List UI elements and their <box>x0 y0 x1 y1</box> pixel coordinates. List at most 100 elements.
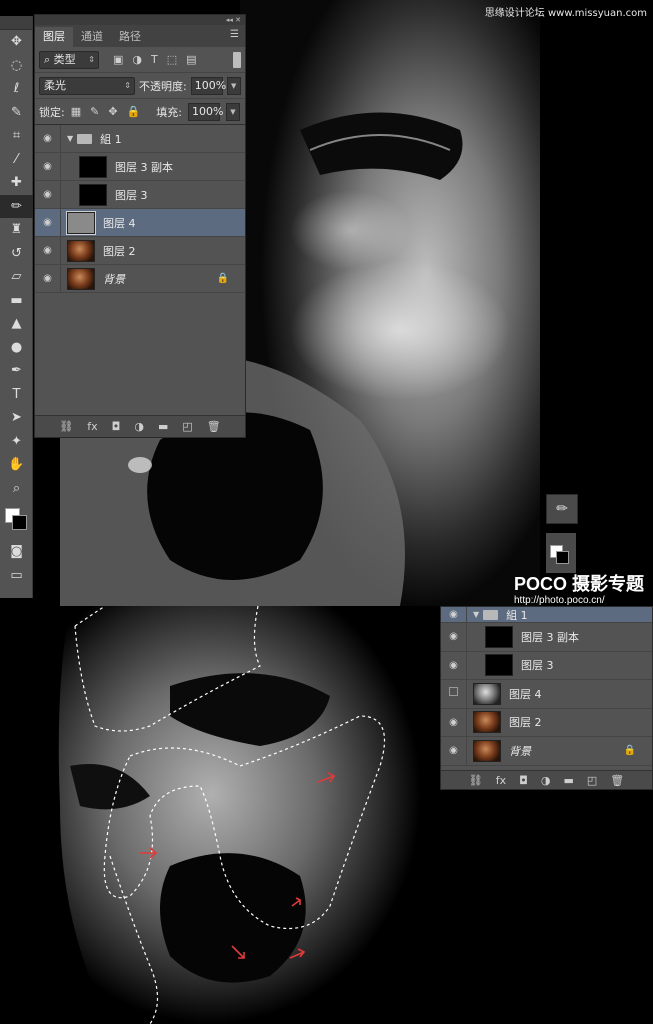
add-mask-icon[interactable]: ◘ <box>112 420 121 433</box>
link-layers-icon[interactable]: ⛓ <box>469 774 483 787</box>
brush-tool-icon[interactable]: ✏ <box>0 194 33 218</box>
lock-position-icon[interactable]: ✥ <box>108 105 117 118</box>
layer-row-group1[interactable]: ◉ ▼ 組 1 <box>441 607 652 623</box>
lock-all-icon[interactable]: 🔒 <box>127 105 141 118</box>
eyedropper-tool-icon[interactable]: ⁄ <box>0 148 33 172</box>
layer-name: 背景 <box>103 272 125 286</box>
gradient-tool-icon[interactable]: ▬ <box>0 289 33 313</box>
new-layer-icon[interactable]: ◰ <box>182 420 192 433</box>
eye-icon[interactable]: ◉ <box>441 708 467 736</box>
caret-down-icon[interactable]: ▼ <box>67 134 73 143</box>
eye-icon[interactable]: ◉ <box>35 153 61 180</box>
quick-select-tool-icon[interactable]: ✎ <box>0 101 33 125</box>
layer-row-layer3-copy[interactable]: ◉ 图层 3 副本 <box>35 153 245 181</box>
layer-row-layer4[interactable]: ◉ 图层 4 <box>35 209 245 237</box>
filter-pixel-icon[interactable]: ▣ <box>113 53 123 66</box>
tab-paths[interactable]: 路径 <box>111 27 149 47</box>
layer-row-background[interactable]: ◉ 背景 🔒 <box>441 737 652 766</box>
layer-row-layer2[interactable]: ◉ 图层 2 <box>441 708 652 737</box>
hand-tool-icon[interactable]: ✋ <box>0 453 33 477</box>
panel-topbar[interactable]: ◂◂ ✕ <box>35 15 245 25</box>
dodge-tool-icon[interactable]: ● <box>0 336 33 360</box>
brush-tool-icon[interactable]: ✏ <box>546 494 578 524</box>
screen-mode-icon[interactable]: ▭ <box>0 564 33 588</box>
history-brush-tool-icon[interactable]: ↺ <box>0 242 33 266</box>
eye-icon[interactable]: ◉ <box>35 125 61 152</box>
eye-icon[interactable]: ◉ <box>441 651 467 679</box>
color-swatches[interactable] <box>546 533 576 573</box>
visibility-checkbox[interactable] <box>441 680 467 708</box>
eye-icon[interactable]: ◉ <box>441 607 467 622</box>
crop-tool-icon[interactable]: ⌗ <box>0 124 33 148</box>
fill-dropdown-icon[interactable]: ▼ <box>225 102 240 121</box>
lock-image-icon[interactable]: ✎ <box>90 105 99 118</box>
filter-row: ⌕ 类型 ⇕ ▣ ◑ T ⬚ ▤ <box>35 47 245 73</box>
site-watermark: 思缘设计论坛 www.missyuan.com <box>484 8 647 19</box>
tools-panel-grip[interactable] <box>0 16 32 30</box>
filter-smart-object-icon[interactable]: ▤ <box>186 53 196 66</box>
layer-row-layer3-copy[interactable]: ◉ 图层 3 副本 <box>441 623 652 652</box>
background-color-swatch[interactable] <box>12 515 27 530</box>
new-layer-icon[interactable]: ◰ <box>587 774 597 787</box>
layer-thumbnail <box>79 155 107 178</box>
eye-icon[interactable]: ◉ <box>35 181 61 208</box>
lock-transparent-icon[interactable]: ▦ <box>71 105 81 118</box>
filter-toggle[interactable] <box>233 51 241 68</box>
background-color-swatch[interactable] <box>556 551 569 564</box>
lock-row: 锁定: ▦ ✎ ✥ 🔒 填充: 100% ▼ <box>35 99 245 125</box>
link-layers-icon[interactable]: ⛓ <box>59 420 73 433</box>
layer-row-background[interactable]: ◉ 背景 🔒 <box>35 265 245 293</box>
filter-type-icon[interactable]: T <box>151 53 158 66</box>
layer-row-layer4[interactable]: 图层 4 <box>441 680 652 709</box>
opacity-dropdown-icon[interactable]: ▼ <box>226 76 241 95</box>
layer-thumbnail <box>66 210 96 235</box>
new-group-icon[interactable]: ▬ <box>563 774 573 787</box>
filter-kind-select[interactable]: ⌕ 类型 ⇕ <box>39 50 99 69</box>
caret-down-icon[interactable]: ▼ <box>473 610 479 619</box>
zoom-tool-icon[interactable]: ⌕ <box>0 477 33 501</box>
layer-row-layer3[interactable]: ◉ 图层 3 <box>35 181 245 209</box>
tab-layers[interactable]: 图层 <box>35 27 73 47</box>
color-swatches[interactable] <box>0 500 32 540</box>
tab-channels[interactable]: 通道 <box>73 27 111 47</box>
marquee-tool-icon[interactable]: ◌ <box>0 54 33 78</box>
layer-name: 图层 2 <box>509 716 542 730</box>
opacity-label: 不透明度: <box>139 79 187 93</box>
quick-mask-icon[interactable]: ◙ <box>0 540 33 564</box>
new-group-icon[interactable]: ▬ <box>158 420 168 433</box>
layer-row-layer2[interactable]: ◉ 图层 2 <box>35 237 245 265</box>
clone-stamp-tool-icon[interactable]: ♜ <box>0 218 33 242</box>
fx-icon[interactable]: fx <box>496 774 506 787</box>
eye-icon[interactable]: ◉ <box>35 237 61 264</box>
move-tool-icon[interactable]: ✥ <box>0 30 33 54</box>
trash-icon[interactable]: 🗑 <box>207 420 221 433</box>
fill-field[interactable]: 100% <box>187 102 223 121</box>
eye-icon[interactable]: ◉ <box>441 737 467 765</box>
shape-tool-icon[interactable]: ✦ <box>0 430 33 454</box>
fx-icon[interactable]: fx <box>87 420 97 433</box>
filter-adjustment-icon[interactable]: ◑ <box>132 53 142 66</box>
opacity-field[interactable]: 100% <box>190 76 226 95</box>
path-select-tool-icon[interactable]: ➤ <box>0 406 33 430</box>
tools-panel: ✥ ◌ ℓ ✎ ⌗ ⁄ ✚ ✏ ♜ ↺ ▱ ▬ ▲ ● ✒ T ➤ ✦ ✋ ⌕ … <box>0 16 33 598</box>
layer-row-layer3[interactable]: ◉ 图层 3 <box>441 651 652 680</box>
filter-shape-icon[interactable]: ⬚ <box>167 53 177 66</box>
add-mask-icon[interactable]: ◘ <box>519 774 528 787</box>
healing-brush-tool-icon[interactable]: ✚ <box>0 171 33 195</box>
blend-mode-select[interactable]: 柔光 ⇕ <box>39 76 135 95</box>
eye-icon[interactable]: ◉ <box>35 209 61 236</box>
layer-row-group1[interactable]: ◉ ▼ 組 1 <box>35 125 245 153</box>
trash-icon[interactable]: 🗑 <box>610 774 624 787</box>
panel-menu-icon[interactable]: ☰ <box>230 29 239 40</box>
eraser-tool-icon[interactable]: ▱ <box>0 265 33 289</box>
eye-icon[interactable]: ◉ <box>441 623 467 651</box>
type-tool-icon[interactable]: T <box>0 383 33 407</box>
eye-icon[interactable]: ◉ <box>35 265 61 292</box>
pen-tool-icon[interactable]: ✒ <box>0 359 33 383</box>
adjustment-layer-icon[interactable]: ◑ <box>134 420 144 433</box>
lasso-tool-icon[interactable]: ℓ <box>0 77 33 101</box>
adjustment-layer-icon[interactable]: ◑ <box>541 774 551 787</box>
blur-tool-icon[interactable]: ▲ <box>0 312 33 336</box>
blend-mode-value: 柔光 <box>44 78 66 92</box>
filter-kind-value: 类型 <box>53 52 76 66</box>
